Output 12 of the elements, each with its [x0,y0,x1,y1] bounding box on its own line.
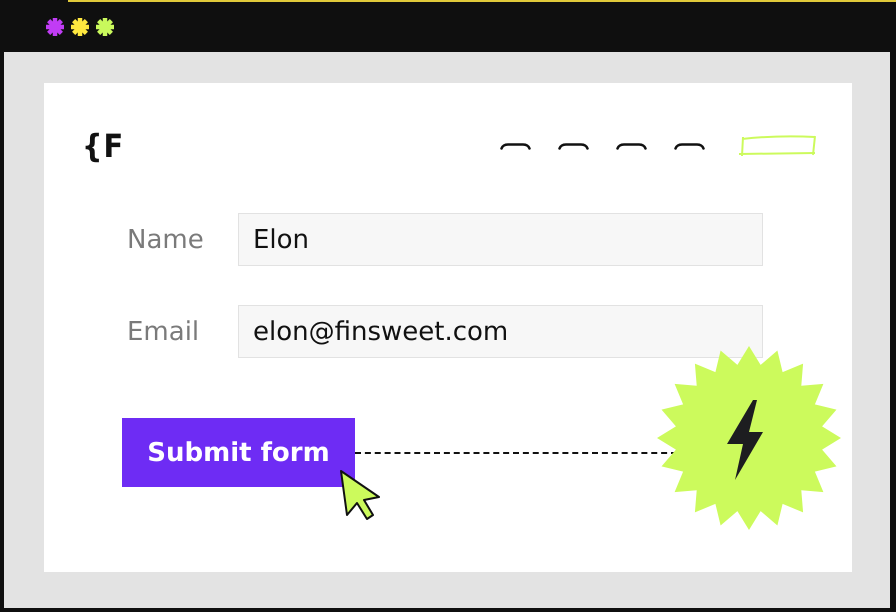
cursor-icon [339,469,383,521]
nav-link-icon[interactable] [558,142,589,150]
field-label: Name [127,224,205,254]
nav-link-icon[interactable] [500,142,531,150]
submit-button[interactable]: Submit form [122,418,355,487]
logo: {F [82,127,124,165]
nav-link-icon[interactable] [674,142,705,150]
input-field[interactable]: Elon [238,213,763,266]
lightning-badge-icon [656,345,842,531]
nav-link-icon[interactable] [616,142,647,150]
input-field[interactable]: elon@finsweet.com [238,305,763,358]
field-label: Email [127,316,200,346]
